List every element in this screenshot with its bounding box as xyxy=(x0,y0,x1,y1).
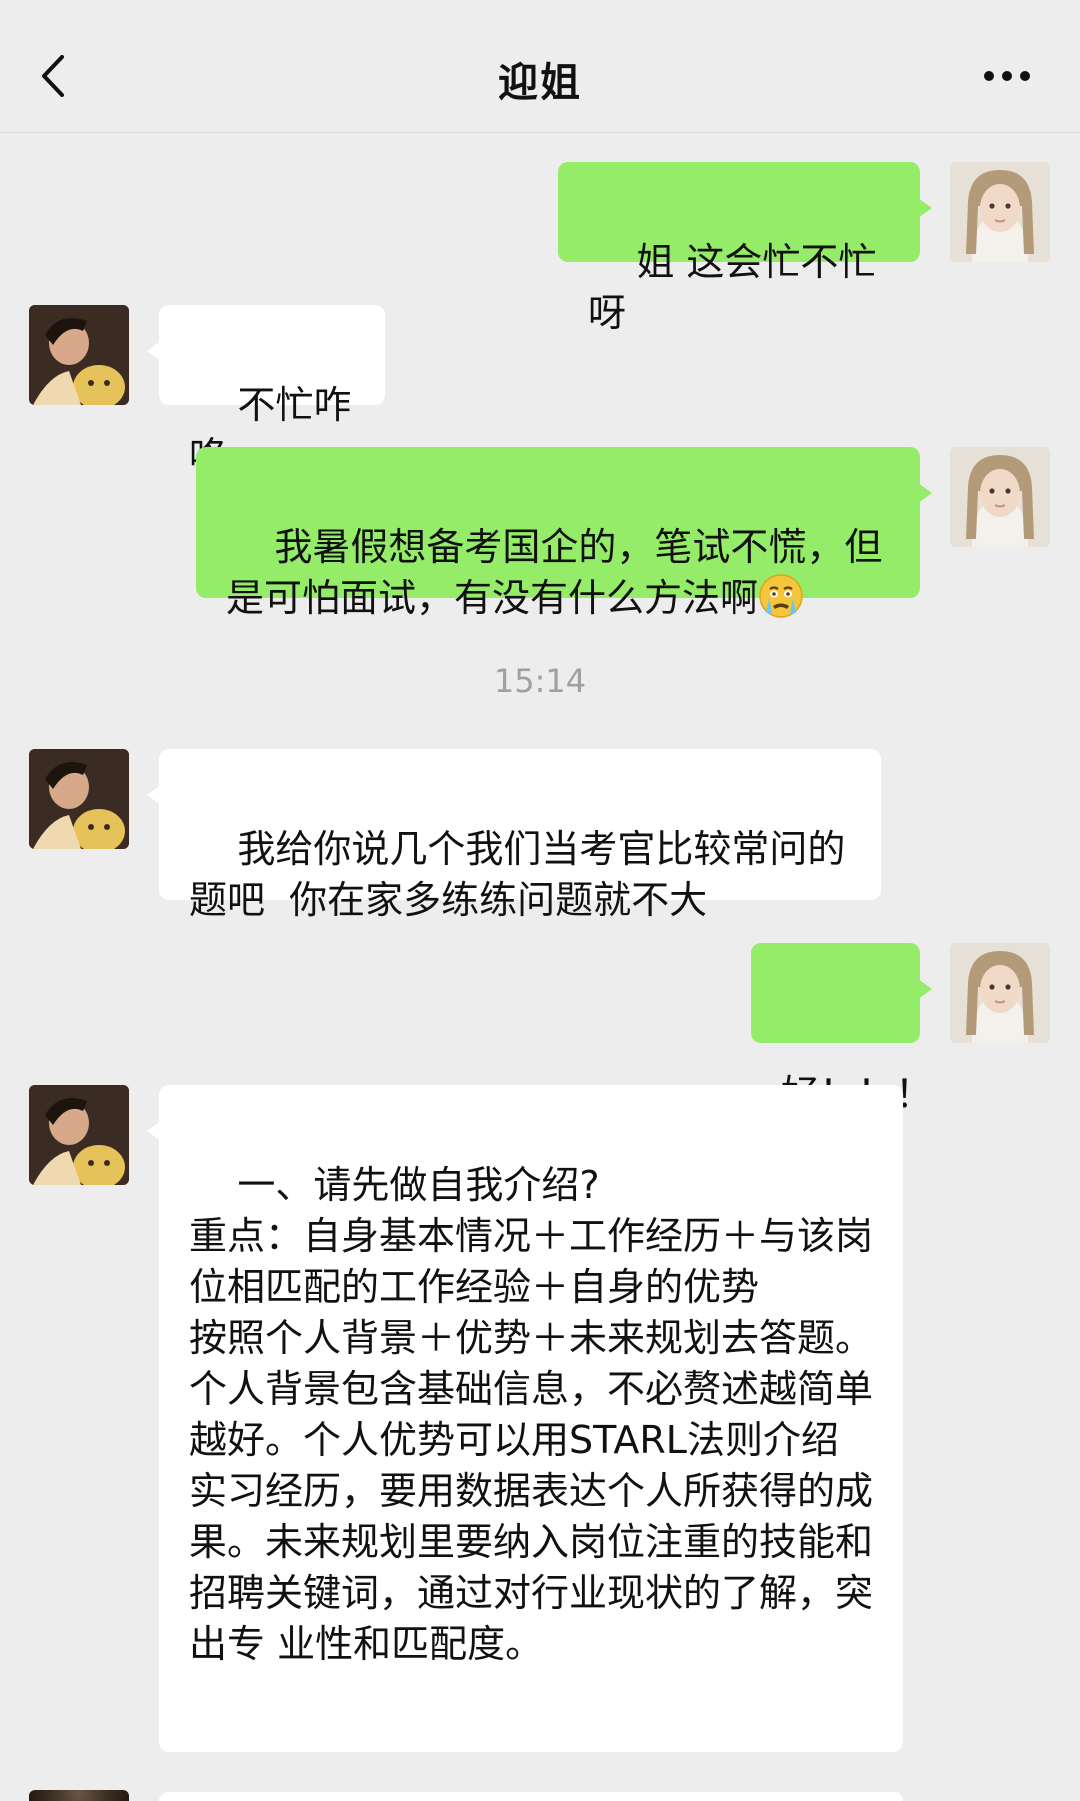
message-timestamp: 15:14 xyxy=(493,662,587,700)
message-bubble-incoming[interactable]: 不忙咋咯 xyxy=(147,305,385,478)
message-bubble-outgoing[interactable]: 我暑假想备考国企的，笔试不慌，但是可怕面试，有没有什么方法啊 xyxy=(196,447,932,620)
message-row: 不忙咋咯 xyxy=(0,305,1080,478)
avatar-image xyxy=(29,1085,129,1185)
message-row: 我暑假想备考国企的，笔试不慌，但是可怕面试，有没有什么方法啊 xyxy=(0,447,1080,620)
avatar-image xyxy=(29,305,129,405)
message-bubble-outgoing[interactable]: 姐 这会忙不忙呀 xyxy=(558,162,932,335)
contact-avatar[interactable] xyxy=(29,1085,129,1185)
more-dots-icon xyxy=(984,71,1030,81)
avatar-image xyxy=(950,447,1050,547)
crying-face-icon xyxy=(759,574,803,618)
message-bubble-incoming[interactable] xyxy=(159,1792,903,1801)
avatar-image xyxy=(950,943,1050,1043)
chat-title: 迎姐 xyxy=(498,60,582,106)
message-row: 姐 这会忙不忙呀 xyxy=(0,162,1080,335)
my-avatar[interactable] xyxy=(950,447,1050,547)
avatar-image xyxy=(950,162,1050,262)
my-avatar[interactable] xyxy=(950,943,1050,1043)
message-text: 一、请先做自我介绍? 重点：自身基本情况＋工作经历＋与该岗位相匹配的工作经验＋自… xyxy=(189,1163,874,1666)
message-row xyxy=(0,1790,1080,1801)
message-bubble-outgoing[interactable]: 好！！！ xyxy=(751,943,933,1116)
contact-avatar[interactable] xyxy=(29,1790,129,1801)
my-avatar[interactable] xyxy=(950,162,1050,262)
chat-header: 迎姐 xyxy=(0,0,1080,133)
message-text: 我给你说几个我们当考官比较常问的题吧 你在家多练练问题就不大 xyxy=(189,827,846,922)
more-button[interactable] xyxy=(972,56,1042,96)
message-row: 我给你说几个我们当考官比较常问的题吧 你在家多练练问题就不大 xyxy=(0,749,1080,922)
message-bubble-incoming[interactable]: 一、请先做自我介绍? 重点：自身基本情况＋工作经历＋与该岗位相匹配的工作经验＋自… xyxy=(147,1085,903,1752)
message-bubble-incoming[interactable]: 我给你说几个我们当考官比较常问的题吧 你在家多练练问题就不大 xyxy=(147,749,881,922)
contact-avatar[interactable] xyxy=(29,749,129,849)
message-row: 一、请先做自我介绍? 重点：自身基本情况＋工作经历＋与该岗位相匹配的工作经验＋自… xyxy=(0,1085,1080,1752)
contact-avatar[interactable] xyxy=(29,305,129,405)
message-row: 好！！！ xyxy=(0,943,1080,1116)
avatar-image xyxy=(29,749,129,849)
